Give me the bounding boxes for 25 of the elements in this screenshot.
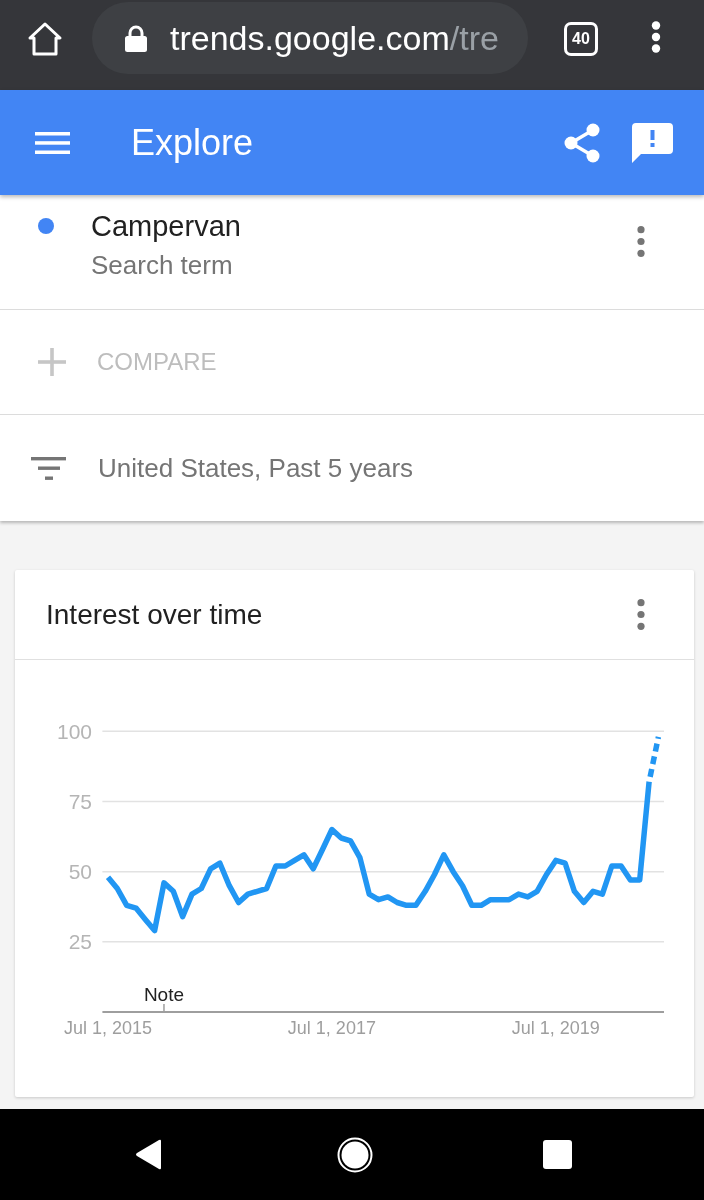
x-axis-label: Jul 1, 2015 [63, 1018, 153, 1038]
address-bar[interactable]: trends.google.com/tre [92, 2, 528, 74]
x-axis-label: Jul 1, 2017 [287, 1018, 376, 1038]
y-axis-label: 100 [56, 719, 92, 743]
tab-switcher-button[interactable]: 40 [564, 22, 598, 56]
lock-icon [124, 24, 148, 52]
home-icon[interactable] [27, 21, 63, 57]
url-text[interactable]: trends.google.com/tre [170, 18, 499, 58]
term-type: Search term [91, 249, 234, 282]
note-label[interactable]: Note [143, 984, 185, 1005]
x-axis-label: Jul 1, 2019 [511, 1018, 600, 1038]
plus-icon [38, 348, 66, 376]
home-button-icon[interactable] [337, 1136, 373, 1173]
card-title: Interest over time [46, 597, 263, 632]
share-icon[interactable] [564, 122, 600, 163]
page-title: Explore [131, 120, 254, 165]
term-name[interactable]: Campervan [91, 209, 241, 243]
filter-summary[interactable]: United States, Past 5 years [98, 452, 414, 484]
feedback-icon[interactable] [632, 122, 673, 163]
y-axis-label: 50 [68, 860, 92, 884]
filter-icon [31, 456, 66, 480]
y-axis-label: 75 [68, 789, 92, 813]
back-icon[interactable] [135, 1139, 163, 1170]
menu-icon[interactable] [35, 131, 70, 154]
y-axis-label: 25 [68, 930, 92, 954]
